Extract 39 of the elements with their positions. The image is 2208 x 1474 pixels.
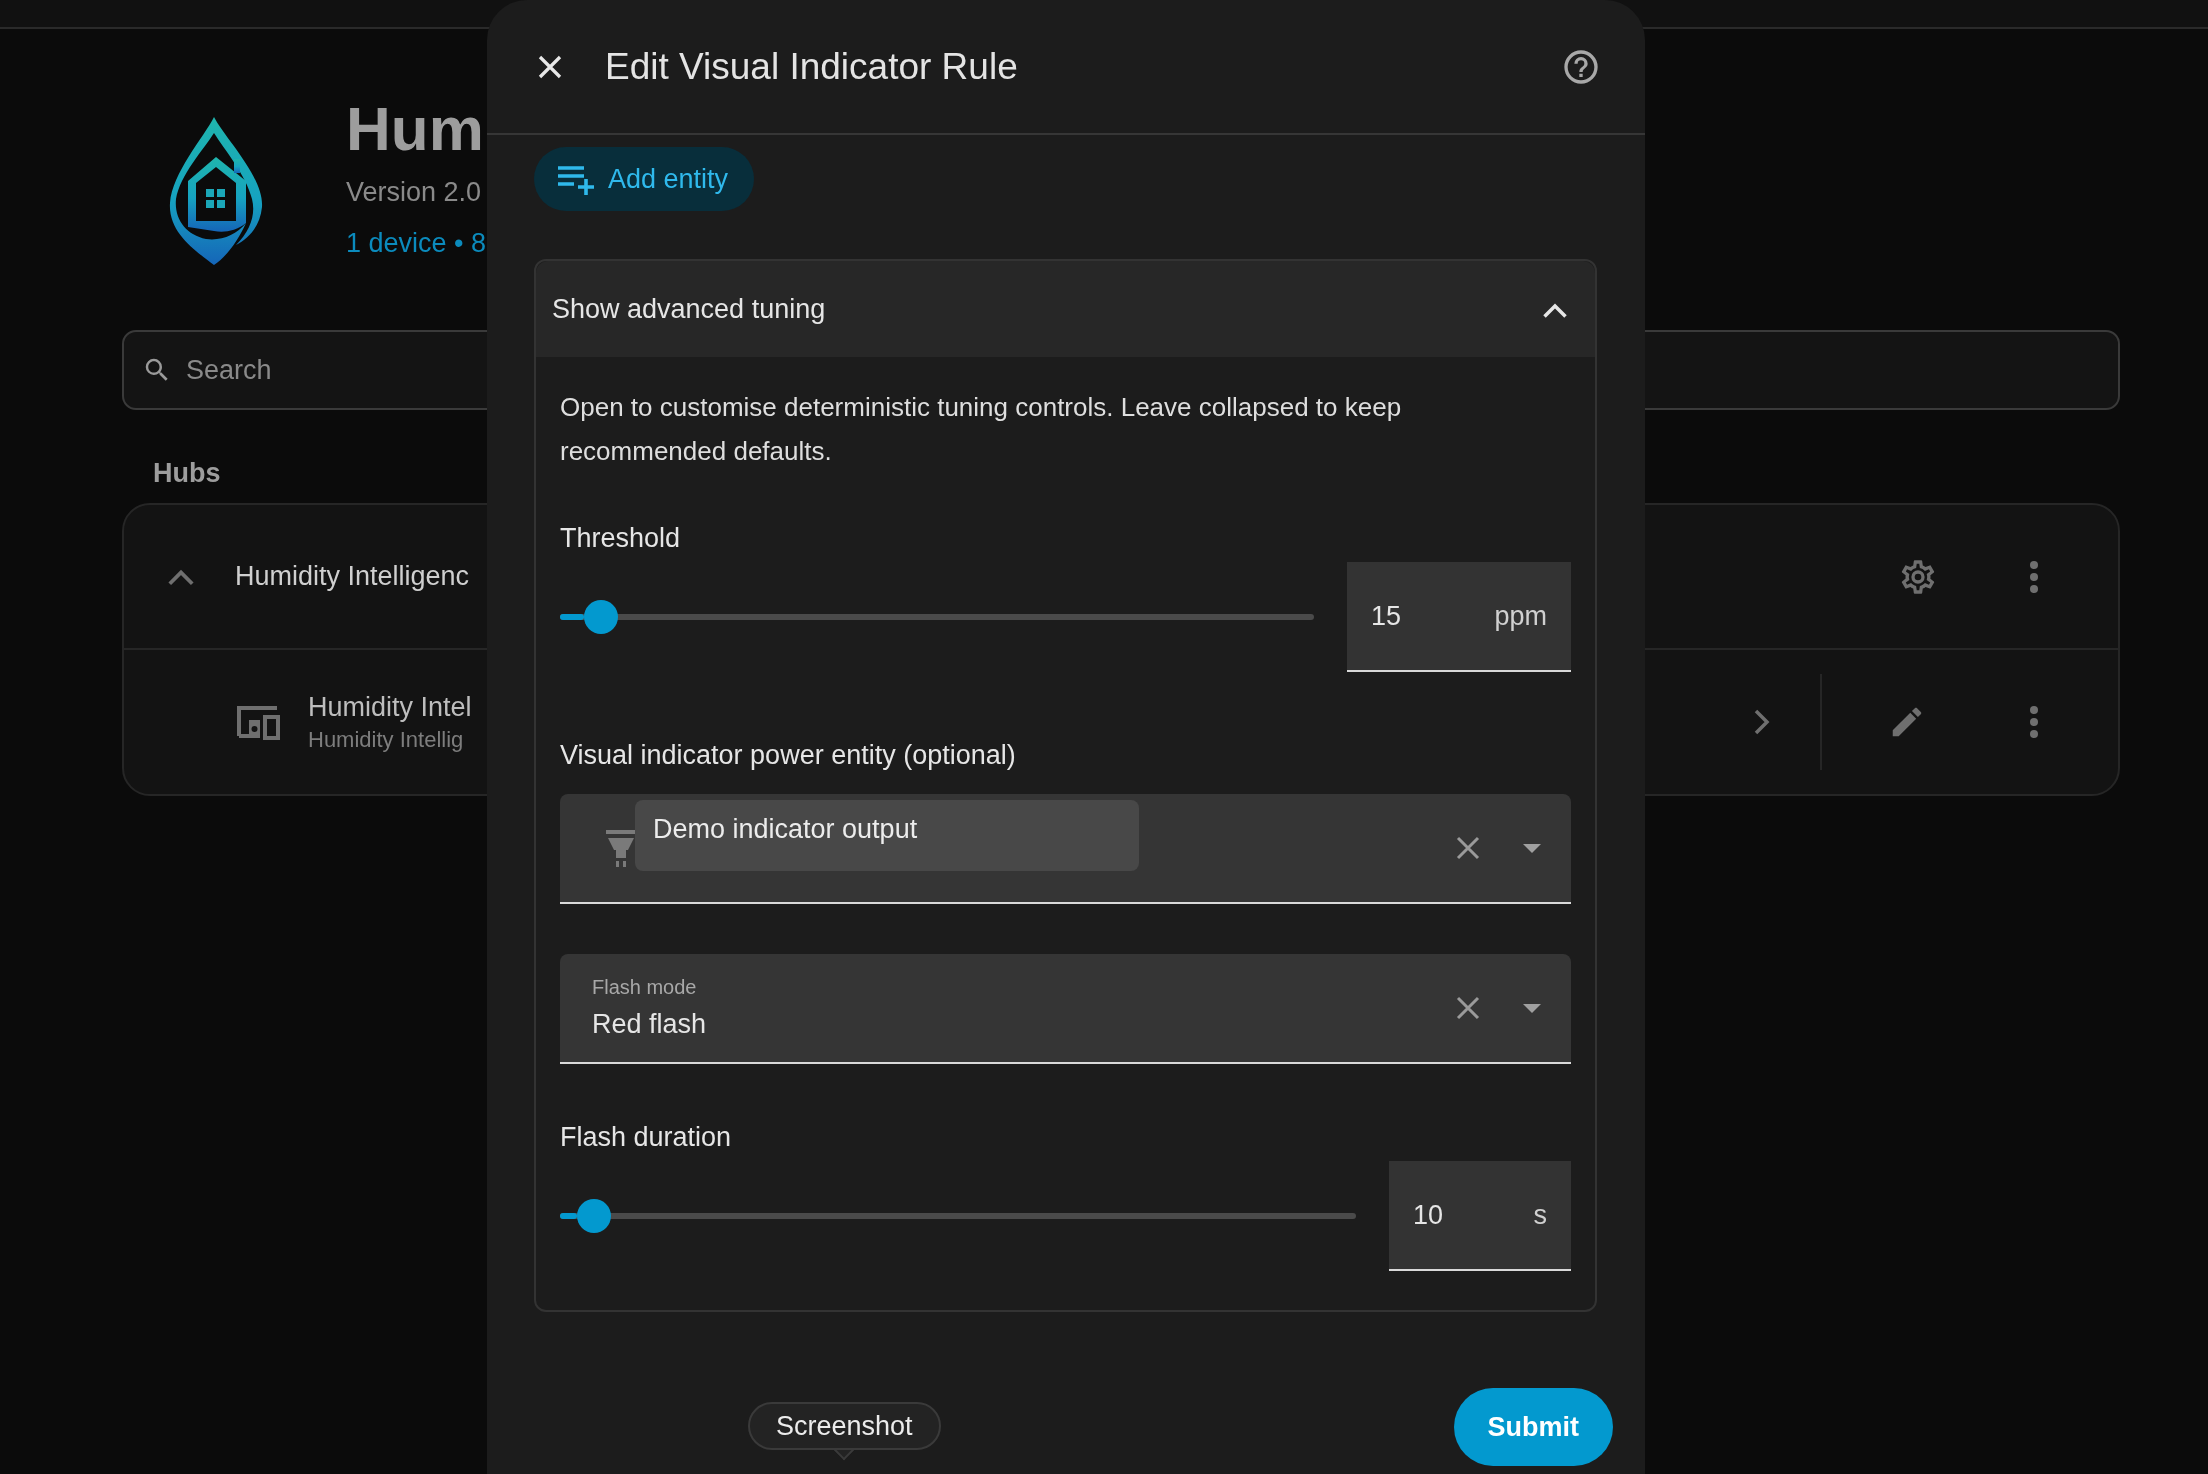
entity-picker[interactable]: Demo indicator output — [560, 794, 1571, 904]
more-icon[interactable] — [2028, 559, 2040, 594]
section-label: Hubs — [153, 458, 221, 490]
description-text: Open to customise deterministic tuning controls. Leave collapsed to keep recommended defaults. — [560, 391, 1403, 468]
tooltip: Screenshot — [748, 1402, 941, 1462]
device-name[interactable]: Humidity Intel — [308, 691, 472, 723]
select-value: Red flash — [592, 1009, 708, 1040]
add-entity-button[interactable]: Add entity — [534, 147, 755, 211]
playlist-add-icon — [556, 163, 596, 195]
devices-icon — [236, 704, 282, 740]
ceiling-light-icon — [604, 828, 638, 868]
field-label: Flash duration — [560, 1122, 733, 1153]
number-value: 15 — [1371, 600, 1402, 632]
device-subtitle: Humidity Intellig — [308, 726, 464, 753]
slider[interactable] — [560, 600, 1314, 634]
dropdown-icon[interactable] — [1523, 843, 1541, 853]
hub-name: Humidity Intelligenc — [235, 561, 470, 592]
field-label: Flash mode — [592, 976, 698, 999]
summary-link[interactable]: 1 device • 8 — [346, 228, 487, 260]
select-field[interactable]: Flash mode Red flash — [560, 954, 1571, 1064]
dialog-title: Edit Visual Indicator Rule — [605, 45, 1019, 88]
slider[interactable] — [560, 1199, 1356, 1233]
integration-title: Hum — [346, 95, 484, 164]
more-icon[interactable] — [2028, 705, 2040, 739]
unit-label: ppm — [1494, 600, 1547, 632]
tooltip: Demo indicator output — [635, 800, 1139, 871]
chevron-right-icon[interactable] — [1754, 709, 1770, 735]
panel-header[interactable]: Show advanced tuning — [536, 261, 1595, 357]
panel-title: Show advanced tuning — [552, 293, 826, 325]
field-label: Threshold — [560, 523, 682, 554]
number-field[interactable]: 15 ppm — [1347, 562, 1571, 672]
dropdown-icon[interactable] — [1523, 1003, 1541, 1013]
number-value: 10 — [1413, 1199, 1444, 1231]
number-field[interactable]: 10 s — [1389, 1161, 1571, 1271]
version-text: Version 2.0 — [346, 177, 482, 209]
slider-thumb[interactable] — [583, 600, 618, 634]
slider-thumb[interactable] — [577, 1199, 612, 1233]
field-label: Visual indicator power entity (optional) — [560, 740, 1017, 771]
unit-label: s — [1533, 1199, 1547, 1231]
